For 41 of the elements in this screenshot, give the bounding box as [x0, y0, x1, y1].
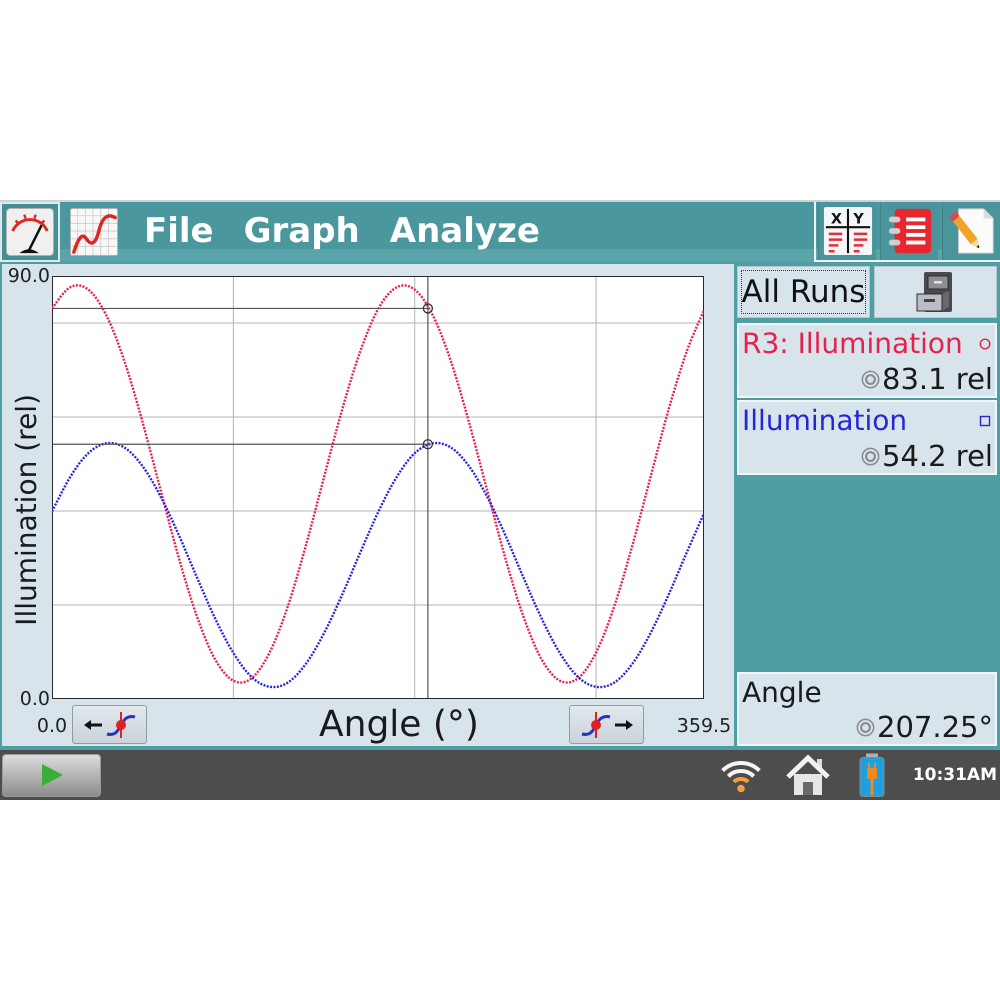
circle-icon [979, 338, 991, 350]
clock-time: 10:31AM [912, 765, 997, 785]
y-axis-label: Illumination (rel) [10, 394, 44, 626]
scroll-right-button[interactable] [569, 705, 644, 744]
bullseye-icon [856, 718, 876, 737]
meter-view-tab[interactable] [0, 202, 60, 262]
meter-value: 54.2 rel [882, 440, 993, 473]
sensor-meter[interactable]: R3: Illumination 83.1 rel [737, 323, 997, 398]
meter-value: 207.25° [877, 711, 993, 744]
home-icon[interactable] [784, 754, 831, 796]
notes-button[interactable] [942, 202, 1000, 260]
bullseye-icon [861, 370, 880, 389]
right-arrow-icon [614, 718, 634, 730]
angle-meter[interactable]: Angle 207.25° [737, 672, 997, 746]
play-icon [40, 763, 64, 787]
battery-icon[interactable] [856, 753, 887, 797]
scroll-left-button[interactable] [72, 705, 147, 744]
y-axis-tick-label: 90.0 [8, 264, 50, 288]
left-arrow-icon [82, 718, 102, 730]
data-files-button[interactable] [874, 266, 997, 318]
cursor-line[interactable] [427, 277, 428, 698]
curve-point-icon [580, 710, 612, 738]
play-button[interactable] [2, 754, 101, 796]
gauge-icon [6, 208, 54, 256]
x-axis-tick-label: 0.0 [36, 714, 68, 738]
sensor-meter[interactable]: Illumination 54.2 rel [737, 400, 997, 475]
square-icon [979, 415, 991, 427]
circle-marker-icon [422, 439, 434, 450]
notebook-button[interactable] [880, 202, 938, 260]
meter-name: Illumination [742, 404, 908, 438]
all-runs-button[interactable]: All Runs [737, 266, 870, 318]
line-graph-icon [70, 208, 118, 256]
x-axis-tick-label: 359.5 [676, 714, 732, 738]
circle-marker-icon [422, 303, 434, 314]
bullseye-icon [861, 447, 880, 466]
meter-name: R3: Illumination [742, 327, 963, 361]
meter-name: Angle [742, 676, 822, 710]
x-axis-label: Angle (°) [319, 704, 479, 746]
meter-value: 83.1 rel [882, 363, 993, 396]
curve-point-icon [104, 710, 136, 738]
y-axis-tick-label: 0.0 [20, 687, 50, 711]
